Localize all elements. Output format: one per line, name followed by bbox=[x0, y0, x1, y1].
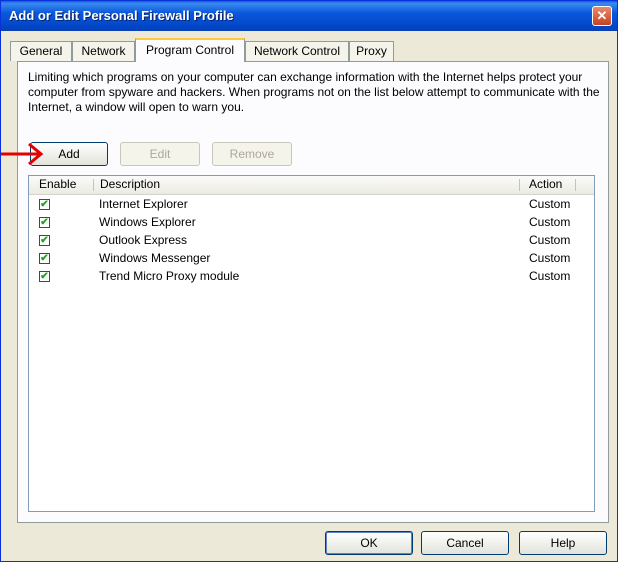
program-name: Outlook Express bbox=[99, 233, 188, 247]
column-header-action[interactable]: Action bbox=[529, 176, 562, 194]
column-divider[interactable] bbox=[575, 179, 576, 191]
panel-description: Limiting which programs on your computer… bbox=[28, 70, 600, 114]
title-bar[interactable]: Add or Edit Personal Firewall Profile ✕ bbox=[1, 1, 617, 31]
remove-button[interactable]: Remove bbox=[212, 142, 292, 166]
enable-checkbox[interactable]: ✔ bbox=[39, 253, 50, 264]
table-row[interactable]: ✔ Windows Explorer Custom bbox=[29, 214, 594, 232]
enable-checkbox[interactable]: ✔ bbox=[39, 217, 50, 228]
checkmark-icon: ✔ bbox=[40, 217, 49, 228]
program-name: Internet Explorer bbox=[99, 197, 188, 211]
tab-program-control[interactable]: Program Control bbox=[135, 38, 245, 62]
program-list[interactable]: Enable Description Action ✔ Internet Exp… bbox=[28, 175, 595, 512]
checkmark-icon: ✔ bbox=[40, 235, 49, 246]
tab-network-control[interactable]: Network Control bbox=[245, 41, 349, 61]
table-row[interactable]: ✔ Trend Micro Proxy module Custom bbox=[29, 268, 594, 286]
list-header: Enable Description Action bbox=[29, 176, 594, 195]
program-action: Custom bbox=[529, 233, 571, 247]
help-button[interactable]: Help bbox=[519, 531, 607, 555]
program-action: Custom bbox=[529, 215, 571, 229]
checkmark-icon: ✔ bbox=[40, 253, 49, 264]
column-divider[interactable] bbox=[93, 179, 94, 191]
table-row[interactable]: ✔ Outlook Express Custom bbox=[29, 232, 594, 250]
close-icon: ✕ bbox=[596, 8, 608, 23]
table-row[interactable]: ✔ Internet Explorer Custom bbox=[29, 196, 594, 214]
column-header-enable[interactable]: Enable bbox=[39, 176, 76, 194]
cancel-button[interactable]: Cancel bbox=[421, 531, 509, 555]
program-name: Windows Explorer bbox=[99, 215, 196, 229]
column-header-description[interactable]: Description bbox=[100, 176, 160, 194]
program-control-panel: Limiting which programs on your computer… bbox=[17, 61, 609, 523]
checkmark-icon: ✔ bbox=[40, 199, 49, 210]
annotation-arrow-icon bbox=[1, 142, 44, 166]
program-action: Custom bbox=[529, 251, 571, 265]
ok-button[interactable]: OK bbox=[325, 531, 413, 555]
tab-general[interactable]: General bbox=[10, 41, 72, 61]
dialog-window: Add or Edit Personal Firewall Profile ✕ … bbox=[0, 0, 618, 562]
edit-button[interactable]: Edit bbox=[120, 142, 200, 166]
program-action: Custom bbox=[529, 197, 571, 211]
program-action: Custom bbox=[529, 269, 571, 283]
enable-checkbox[interactable]: ✔ bbox=[39, 199, 50, 210]
close-button[interactable]: ✕ bbox=[592, 6, 612, 26]
window-title: Add or Edit Personal Firewall Profile bbox=[9, 8, 234, 23]
enable-checkbox[interactable]: ✔ bbox=[39, 235, 50, 246]
checkmark-icon: ✔ bbox=[40, 271, 49, 282]
table-row[interactable]: ✔ Windows Messenger Custom bbox=[29, 250, 594, 268]
tab-network[interactable]: Network bbox=[72, 41, 135, 61]
enable-checkbox[interactable]: ✔ bbox=[39, 271, 50, 282]
column-divider[interactable] bbox=[519, 179, 520, 191]
program-name: Windows Messenger bbox=[99, 251, 211, 265]
tab-proxy[interactable]: Proxy bbox=[349, 41, 394, 61]
program-name: Trend Micro Proxy module bbox=[99, 269, 240, 283]
